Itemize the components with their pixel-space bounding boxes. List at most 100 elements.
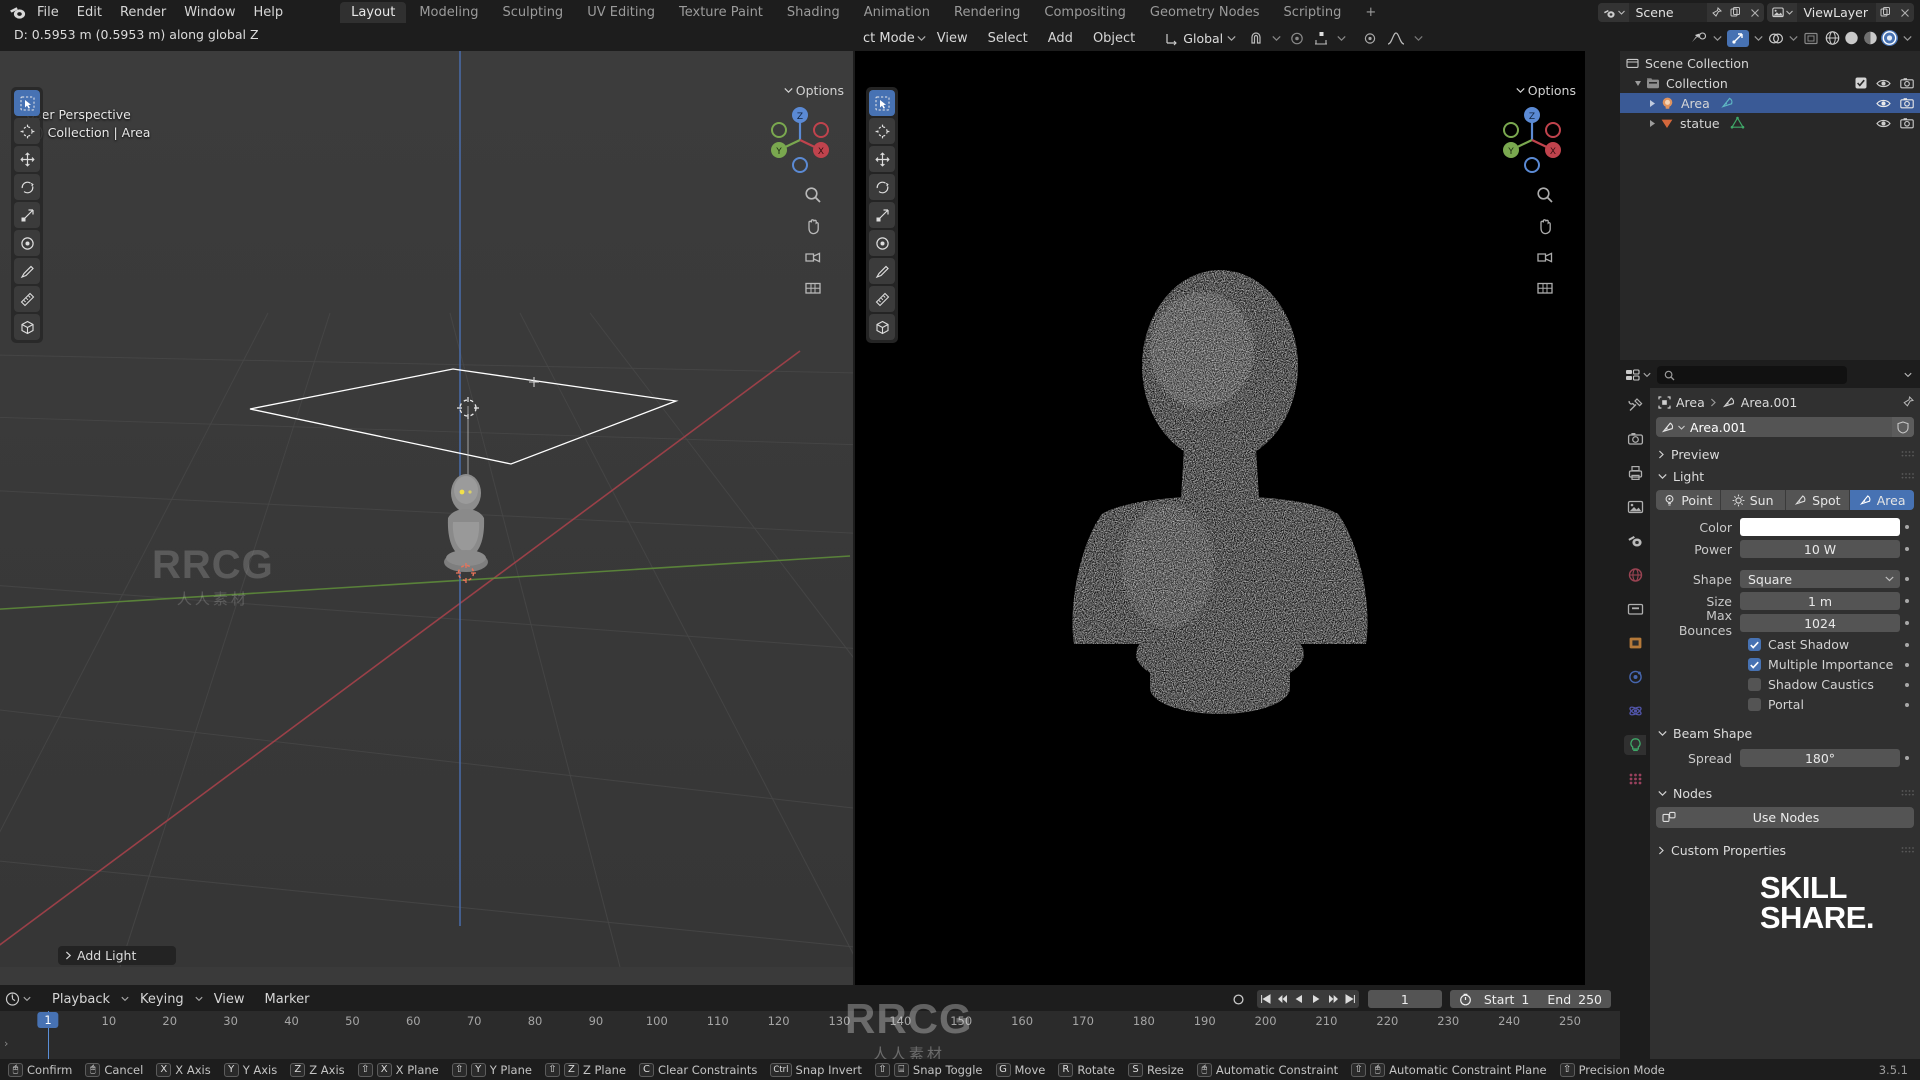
- viewport-left-nav-gizmo[interactable]: Z Y X: [763, 103, 837, 177]
- timeline-editor-type[interactable]: [5, 992, 31, 1006]
- tab-light-data-icon[interactable]: [1624, 735, 1646, 755]
- light-name-input[interactable]: [1690, 419, 1892, 435]
- mode-selector[interactable]: ct Mode: [861, 31, 926, 46]
- menu-file[interactable]: File: [28, 3, 68, 22]
- menu-edit[interactable]: Edit: [68, 3, 111, 22]
- play-reverse-button[interactable]: [1291, 990, 1308, 1008]
- animate-property-icon[interactable]: [1900, 547, 1914, 551]
- tool-transform-icon[interactable]: [14, 230, 40, 256]
- animate-property-icon[interactable]: [1900, 599, 1914, 603]
- viewport-right-nav-gizmo[interactable]: Z Y X: [1495, 103, 1569, 177]
- jump-to-end-button[interactable]: [1342, 990, 1359, 1008]
- viewlayer-name[interactable]: ViewLayer: [1797, 5, 1876, 20]
- properties-search-input[interactable]: [1657, 366, 1847, 384]
- pin-icon[interactable]: [1902, 396, 1914, 408]
- tab-physics-icon[interactable]: [1624, 701, 1646, 721]
- chevron-down-icon[interactable]: [1754, 35, 1763, 42]
- blender-logo-icon[interactable]: [6, 3, 28, 23]
- visibility-selectability-icon[interactable]: [1690, 31, 1708, 46]
- eye-icon[interactable]: [1876, 78, 1891, 89]
- portal-checkbox[interactable]: [1748, 698, 1761, 711]
- mesh-data-icon[interactable]: [1730, 116, 1745, 130]
- new-scene-icon[interactable]: [1726, 3, 1746, 22]
- operator-panel-add-light[interactable]: Add Light: [58, 946, 176, 965]
- tool-select-box-icon[interactable]: [14, 90, 40, 116]
- tab-animation[interactable]: Animation: [853, 2, 941, 23]
- auto-keying-toggle[interactable]: [1231, 992, 1246, 1007]
- shading-material-icon[interactable]: [1862, 30, 1879, 46]
- previous-keyframe-button[interactable]: [1274, 990, 1291, 1008]
- tab-output-icon[interactable]: [1624, 463, 1646, 483]
- tool-annotate-icon[interactable]: [14, 258, 40, 284]
- tool-scale-icon[interactable]: [869, 202, 895, 228]
- chevron-down-icon[interactable]: [1903, 35, 1912, 42]
- menu-playback[interactable]: Playback: [43, 990, 119, 1009]
- light-data-icon[interactable]: [1720, 96, 1735, 110]
- animate-property-icon[interactable]: [1900, 682, 1914, 687]
- tab-modeling[interactable]: Modeling: [408, 2, 489, 23]
- timeline-ruler[interactable]: 1102030405060708090100110120130140150160…: [0, 1011, 1620, 1033]
- tool-select-box-icon[interactable]: [869, 90, 895, 116]
- show-overlays-icon[interactable]: [1768, 31, 1784, 46]
- tool-add-cube-icon[interactable]: [869, 314, 895, 340]
- cast-shadow-checkbox[interactable]: [1748, 638, 1761, 651]
- proportional-falloff-icon[interactable]: [1313, 31, 1329, 46]
- animate-property-icon[interactable]: [1900, 702, 1914, 707]
- tool-measure-icon[interactable]: [869, 286, 895, 312]
- menu-render[interactable]: Render: [111, 3, 175, 22]
- light-type-spot[interactable]: Spot: [1786, 490, 1851, 510]
- fake-user-shield-icon[interactable]: [1892, 417, 1914, 437]
- camera-icon[interactable]: [1900, 77, 1914, 89]
- toggle-orthographic-icon[interactable]: [801, 276, 825, 300]
- show-gizmo-toggle[interactable]: [1727, 29, 1749, 47]
- light-power-input[interactable]: 10 W: [1740, 540, 1900, 558]
- chevron-down-icon[interactable]: [1713, 35, 1722, 42]
- camera-view-icon[interactable]: [801, 245, 825, 269]
- tool-move-icon[interactable]: [869, 146, 895, 172]
- frame-end-field[interactable]: End 250: [1538, 992, 1611, 1007]
- snap-magnet-icon[interactable]: [1248, 31, 1264, 46]
- breadcrumb-object[interactable]: Area: [1676, 395, 1705, 410]
- section-beam-shape[interactable]: Beam Shape: [1656, 722, 1914, 744]
- tab-rendering[interactable]: Rendering: [943, 2, 1031, 23]
- tab-sculpting[interactable]: Sculpting: [491, 2, 574, 23]
- tab-add-workspace[interactable]: +: [1354, 2, 1387, 23]
- toggle-orthographic-icon[interactable]: [1533, 276, 1557, 300]
- proportional-circle-icon[interactable]: [1362, 31, 1378, 46]
- play-button[interactable]: [1308, 990, 1325, 1008]
- multiple-importance-checkbox[interactable]: [1748, 658, 1761, 671]
- shading-rendered-icon[interactable]: [1881, 30, 1898, 46]
- camera-view-icon[interactable]: [1533, 245, 1557, 269]
- chevron-down-icon[interactable]: [1414, 35, 1423, 42]
- tab-material-icon[interactable]: [1624, 769, 1646, 789]
- pan-hand-icon[interactable]: [801, 214, 825, 238]
- breadcrumb-data[interactable]: Area.001: [1741, 395, 1798, 410]
- light-size-input[interactable]: 1 m: [1740, 592, 1900, 610]
- viewlayer-icon[interactable]: [1767, 3, 1798, 22]
- shading-solid-icon[interactable]: [1843, 30, 1860, 46]
- light-type-area[interactable]: Area: [1850, 490, 1914, 510]
- viewport-left-canvas[interactable]: User Perspective (1) Collection | Area O…: [0, 51, 853, 985]
- tab-collection-icon[interactable]: [1624, 599, 1646, 619]
- new-viewlayer-icon[interactable]: [1876, 3, 1895, 22]
- pan-hand-icon[interactable]: [1533, 214, 1557, 238]
- tool-move-icon[interactable]: [14, 146, 40, 172]
- tab-uv-editing[interactable]: UV Editing: [576, 2, 666, 23]
- tool-cursor-icon[interactable]: [869, 118, 895, 144]
- menu-keying[interactable]: Keying: [131, 990, 193, 1009]
- tab-viewlayer-icon[interactable]: [1624, 497, 1646, 517]
- menu-window[interactable]: Window: [175, 3, 244, 22]
- light-type-point[interactable]: Point: [1656, 490, 1721, 510]
- xray-toggle-icon[interactable]: [1803, 31, 1819, 46]
- tool-measure-icon[interactable]: [14, 286, 40, 312]
- scene-icon[interactable]: [1598, 3, 1630, 22]
- scene-name[interactable]: Scene: [1629, 5, 1707, 20]
- frame-start-field[interactable]: Start 1: [1475, 992, 1539, 1007]
- chevron-down-icon[interactable]: [1272, 35, 1281, 42]
- tool-rotate-icon[interactable]: [869, 174, 895, 200]
- light-spread-input[interactable]: 180°: [1740, 749, 1900, 767]
- tool-scale-icon[interactable]: [14, 202, 40, 228]
- tab-world-icon[interactable]: [1624, 565, 1646, 585]
- light-shape-dropdown[interactable]: Square: [1740, 570, 1900, 588]
- menu-marker[interactable]: Marker: [256, 990, 319, 1009]
